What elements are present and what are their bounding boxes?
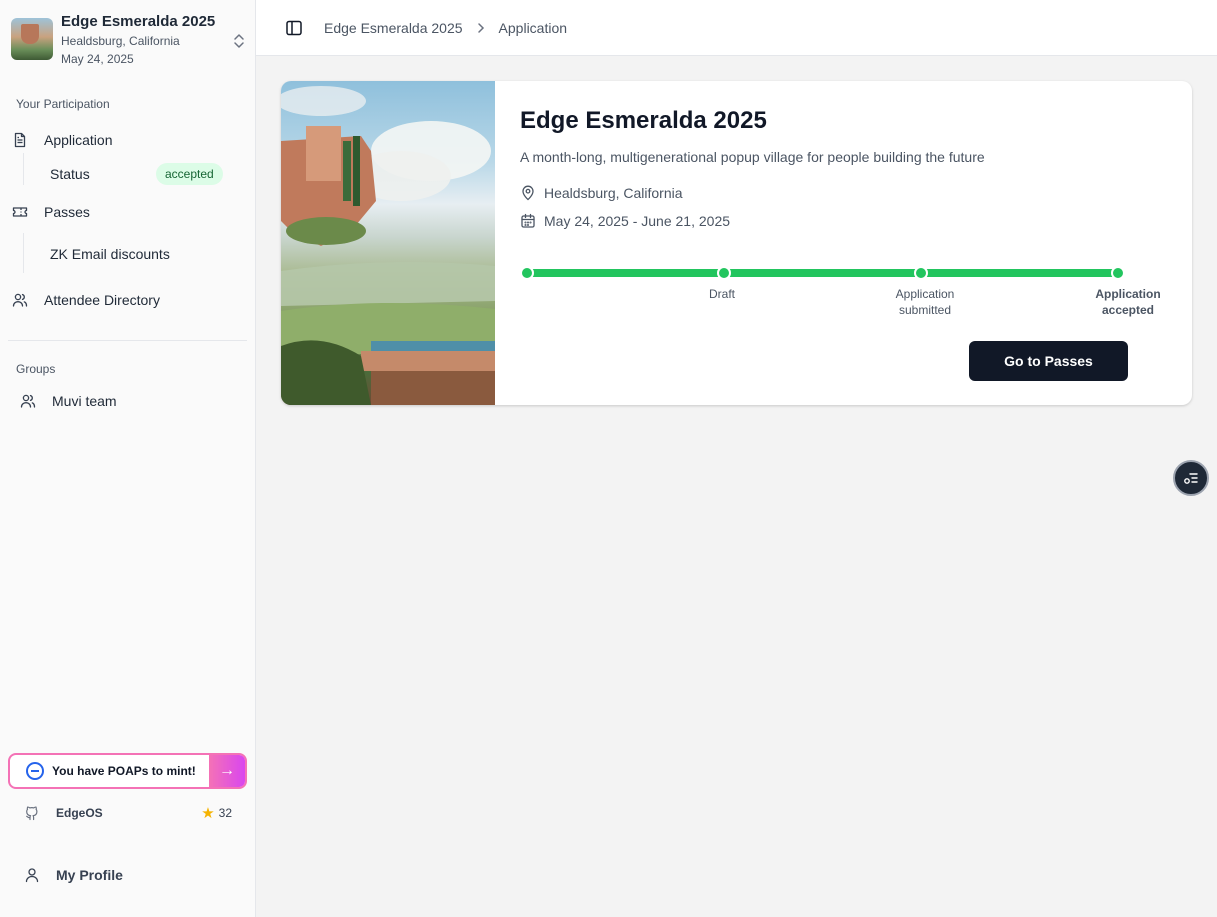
progress-step-draft	[717, 266, 731, 280]
github-icon	[24, 805, 40, 821]
sidebar-subitem-zk-email[interactable]: ZK Email discounts	[50, 240, 240, 268]
file-text-icon	[12, 132, 28, 148]
groups-section-label: Groups	[16, 362, 56, 376]
card-dates: May 24, 2025 - June 21, 2025	[520, 211, 1168, 231]
sidebar-divider	[8, 340, 247, 341]
breadcrumb-current: Application	[498, 19, 568, 36]
sidebar-item-label: Attendee Directory	[44, 292, 160, 308]
sidebar-item-application[interactable]: Application	[8, 125, 248, 155]
poap-mint-banner[interactable]: You have POAPs to mint! →	[8, 753, 247, 789]
arrow-right-icon[interactable]: →	[209, 755, 245, 787]
step-label-accepted: Application accepted	[1095, 287, 1161, 317]
dates-text: May 24, 2025 - June 21, 2025	[544, 213, 731, 229]
sidebar-item-label: Application	[44, 132, 113, 148]
calendar-icon	[520, 213, 536, 229]
breadcrumb-event[interactable]: Edge Esmeralda 2025	[324, 20, 463, 36]
my-profile-link[interactable]: My Profile	[16, 860, 240, 890]
star-count: 32	[218, 806, 232, 820]
github-repo-name: EdgeOS	[56, 806, 103, 820]
card-description: A month-long, multigenerational popup vi…	[520, 149, 985, 165]
event-title: Edge Esmeralda 2025	[61, 13, 216, 30]
event-location: Healdsburg, California	[61, 34, 180, 48]
users-icon	[20, 393, 36, 409]
sidebar: Edge Esmeralda 2025 Healdsburg, Californ…	[0, 0, 256, 917]
ticket-icon	[12, 204, 28, 220]
progress-step-submitted	[914, 266, 928, 280]
event-image	[281, 81, 495, 405]
participation-section-label: Your Participation	[16, 97, 110, 111]
sidebar-item-label: ZK Email discounts	[50, 246, 170, 262]
card-location: Healdsburg, California	[520, 183, 1168, 203]
poap-icon	[26, 762, 44, 780]
application-progress	[520, 266, 1125, 280]
sidebar-item-passes[interactable]: Passes	[8, 197, 248, 227]
event-switcher[interactable]: Edge Esmeralda 2025 Healdsburg, Californ…	[8, 8, 250, 72]
chevrons-up-down-icon	[234, 34, 244, 48]
go-to-passes-button[interactable]: Go to Passes	[969, 341, 1128, 381]
progress-step-accepted	[1111, 266, 1125, 280]
progress-track	[527, 269, 1120, 277]
step-label-draft: Draft	[708, 287, 735, 301]
event-logo	[11, 18, 53, 60]
sidebar-item-muvi-team[interactable]: Muvi team	[16, 386, 256, 416]
chevron-right-icon	[475, 22, 487, 34]
submenu-line	[23, 233, 24, 273]
status-badge: accepted	[156, 163, 223, 185]
list-settings-icon	[1184, 473, 1198, 484]
submenu-line	[23, 153, 24, 185]
panel-left-icon[interactable]	[284, 18, 304, 38]
github-link[interactable]: EdgeOS ★ 32	[16, 800, 240, 826]
event-card: Edge Esmeralda 2025 A month-long, multig…	[281, 81, 1192, 405]
progress-step-start	[520, 266, 534, 280]
sidebar-item-label: Muvi team	[52, 393, 117, 409]
sidebar-item-label: Status	[50, 166, 90, 182]
location-text: Healdsburg, California	[544, 185, 683, 201]
map-pin-icon	[520, 185, 536, 201]
profile-label: My Profile	[56, 867, 123, 883]
star-icon: ★	[201, 805, 215, 822]
github-stars: ★ 32	[201, 804, 232, 822]
floating-action-button[interactable]	[1173, 460, 1209, 496]
step-label-submitted: Application submitted	[895, 287, 955, 317]
sidebar-item-attendee-directory[interactable]: Attendee Directory	[8, 285, 248, 315]
poap-text: You have POAPs to mint!	[52, 764, 196, 778]
event-date: May 24, 2025	[61, 52, 134, 66]
card-title: Edge Esmeralda 2025	[520, 107, 767, 134]
users-icon	[12, 292, 28, 308]
top-header: Edge Esmeralda 2025 Application	[256, 0, 1217, 56]
sidebar-item-label: Passes	[44, 204, 90, 220]
user-icon	[24, 867, 40, 883]
